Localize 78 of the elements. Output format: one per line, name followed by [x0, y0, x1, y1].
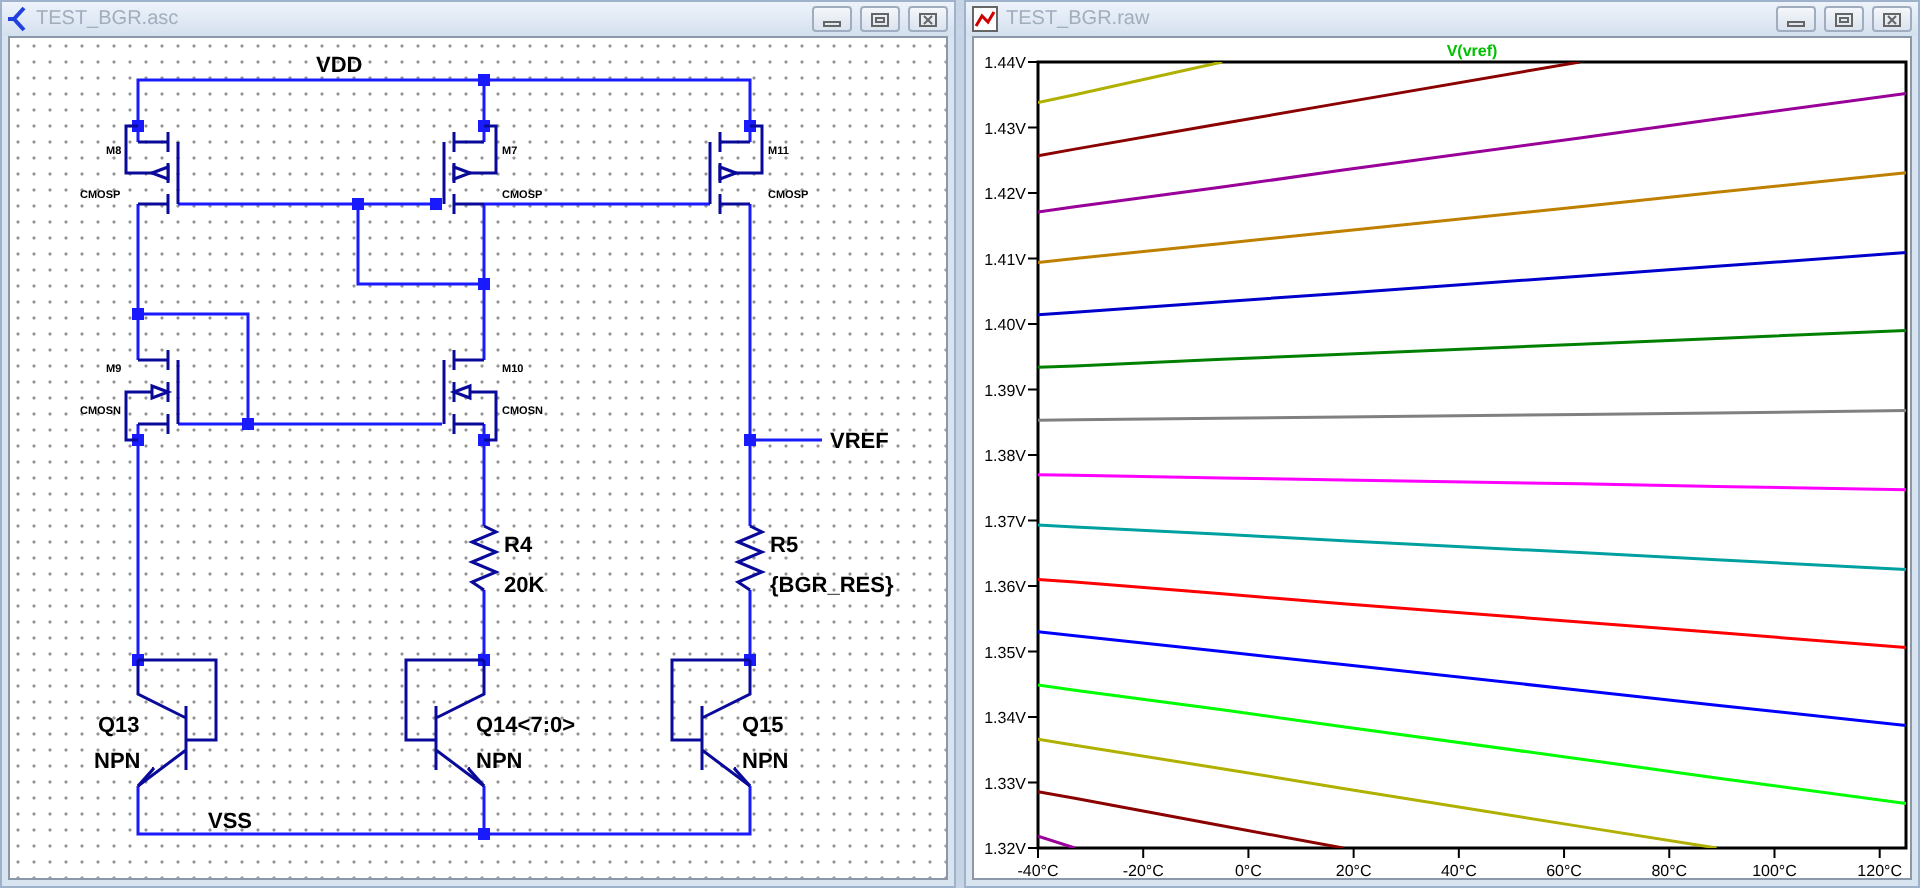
component-label: R4 [504, 534, 533, 558]
restore-button[interactable] [860, 6, 900, 32]
y-tick-label: 1.34V [984, 709, 1026, 727]
component-label: Q14<7:0> [476, 714, 576, 738]
model-label: NPN [742, 750, 789, 774]
model-label: NPN [476, 750, 523, 774]
component-label: Q13 [98, 714, 140, 738]
x-tick-label: 100°C [1752, 862, 1797, 878]
tick-mark [1247, 847, 1250, 859]
x-tick-label: -20°C [1122, 862, 1164, 878]
tick-mark [1027, 781, 1039, 784]
y-tick-label: 1.39V [984, 381, 1026, 400]
tick-mark [1027, 61, 1039, 63]
window-title: TEST_BGR.raw [1006, 8, 1150, 30]
nmos-transistor-symbol [124, 348, 180, 442]
component-value: 20K [504, 574, 545, 598]
tick-mark [1027, 519, 1039, 522]
tick-mark [1027, 650, 1039, 653]
x-tick-label: 40°C [1440, 862, 1477, 878]
resistor-symbol [734, 524, 766, 592]
net-label: VDD [316, 54, 363, 78]
tick-mark [1352, 847, 1355, 859]
pmos-transistor-symbol [124, 124, 180, 216]
component-label: Q15 [742, 714, 784, 738]
tick-mark [1027, 192, 1039, 194]
close-icon [918, 11, 938, 27]
y-tick-label: 1.40V [984, 316, 1026, 334]
trace-title: V(vref) [1446, 42, 1498, 60]
y-tick-label: 1.33V [984, 774, 1026, 793]
tick-mark [1027, 388, 1039, 391]
model-label: NPN [94, 750, 141, 774]
tick-mark [1878, 847, 1881, 859]
schematic-app-icon [8, 6, 28, 32]
y-tick-label: 1.41V [984, 250, 1026, 269]
resistor-symbol [468, 524, 500, 592]
tick-mark [1563, 847, 1566, 859]
minimize-button[interactable] [812, 6, 852, 32]
y-tick-label: 1.42V [984, 185, 1026, 203]
close-button[interactable] [1872, 6, 1912, 32]
net-label: VSS [208, 810, 253, 834]
tick-mark [1142, 847, 1145, 859]
y-tick-label: 1.36V [984, 578, 1026, 596]
component-label: R5 [770, 534, 799, 558]
x-tick-label: 120°C [1857, 862, 1903, 878]
net-label: VREF [830, 430, 889, 454]
y-tick-label: 1.37V [984, 512, 1026, 531]
x-tick-label: 20°C [1335, 862, 1372, 878]
y-tick-label: 1.38V [984, 447, 1026, 465]
tick-mark [1457, 847, 1460, 859]
tick-mark [1027, 454, 1039, 456]
y-tick-label: 1.44V [984, 54, 1026, 72]
restore-icon [870, 11, 890, 27]
pmos-transistor-symbol [708, 124, 764, 216]
tick-mark [1027, 257, 1039, 260]
nmos-transistor-symbol [442, 348, 498, 442]
x-tick-label: 80°C [1651, 862, 1688, 878]
component-value: {BGR_RES} [770, 574, 894, 598]
restore-button[interactable] [1824, 6, 1864, 32]
window-title: TEST_BGR.asc [36, 8, 179, 30]
close-icon [1882, 11, 1902, 27]
x-tick-label: 60°C [1546, 862, 1582, 878]
tick-mark [1668, 847, 1671, 859]
tick-mark [1027, 585, 1039, 587]
minimize-button[interactable] [1776, 6, 1816, 32]
tick-mark [1027, 716, 1039, 718]
tick-mark [1027, 323, 1039, 325]
y-tick-label: 1.32V [984, 840, 1026, 858]
x-tick-label: 0°C [1235, 862, 1262, 878]
waveform-app-icon [972, 6, 998, 32]
npn-transistor-symbol [136, 658, 218, 788]
tick-mark [1773, 847, 1776, 859]
restore-icon [1834, 11, 1854, 27]
y-tick-label: 1.43V [984, 119, 1026, 138]
close-button[interactable] [908, 6, 948, 32]
tick-mark [1027, 126, 1039, 129]
pmos-transistor-symbol [442, 124, 498, 216]
y-tick-label: 1.35V [984, 643, 1026, 662]
x-tick-label: -40°C [1017, 862, 1059, 878]
